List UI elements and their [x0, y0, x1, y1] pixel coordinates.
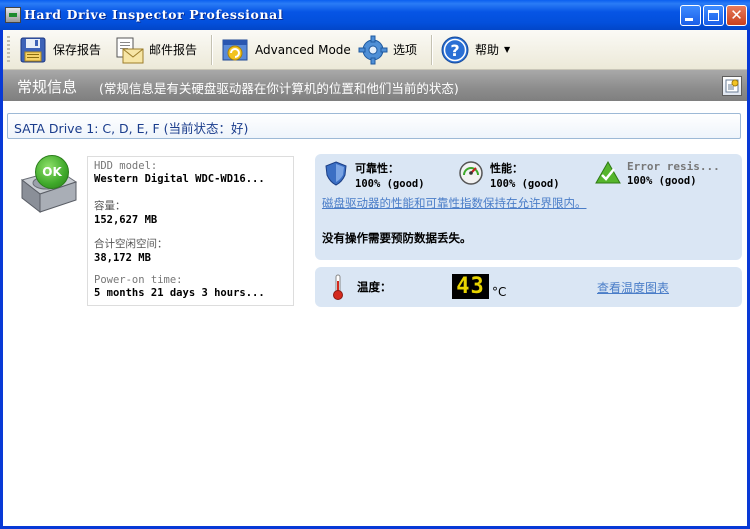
- performance-label: 性能：: [490, 162, 523, 175]
- envelope-icon: [113, 34, 145, 66]
- info-row-free-space: 合计空闲空间： 38,172 MB: [94, 236, 168, 264]
- floppy-disk-icon: [17, 34, 49, 66]
- reliability-metric: 可靠性： 100% (good): [323, 160, 425, 190]
- performance-value: 100% (good): [490, 178, 560, 190]
- ok-status-badge: OK: [35, 155, 69, 189]
- ok-badge-text: OK: [42, 165, 62, 179]
- temperature-chart-link[interactable]: 查看温度图表: [597, 279, 669, 296]
- section-header: 常规信息 (常规信息是有关硬盘驱动器在你计算机的位置和他们当前的状态): [3, 70, 747, 101]
- performance-metric: 性能： 100% (good): [458, 160, 560, 190]
- help-label: 帮助: [475, 43, 500, 57]
- app-icon: [5, 7, 21, 23]
- free-space-label: 合计空闲空间：: [94, 238, 168, 250]
- advanced-mode-label: Advanced Mode: [255, 42, 351, 57]
- section-title: 常规信息: [17, 78, 78, 96]
- temperature-unit: °C: [492, 285, 507, 299]
- gear-icon: [357, 34, 389, 66]
- hard-drive-icon: OK: [18, 152, 78, 218]
- options-button[interactable]: 选项: [357, 33, 417, 66]
- toolbar: 保存报告 邮件报告 Advanced Mode 选项 ? 帮助 ▼: [3, 30, 747, 70]
- hdd-model-value: Western Digital WDC-WD16...: [94, 173, 265, 185]
- toolbar-separator: [431, 35, 433, 65]
- drive-info-box: HDD model: Western Digital WDC-WD16... 容…: [87, 156, 294, 306]
- close-icon: ✕: [730, 6, 743, 24]
- error-resistance-label: Error resis...: [627, 160, 720, 173]
- save-report-label: 保存报告: [53, 43, 102, 57]
- options-label: 选项: [393, 43, 418, 57]
- window-title: Hard Drive Inspector Professional: [24, 7, 284, 22]
- info-row-capacity: 容量： 152,627 MB: [94, 198, 157, 226]
- advanced-mode-button[interactable]: Advanced Mode: [219, 33, 351, 66]
- toolbar-separator: [211, 35, 213, 65]
- close-button[interactable]: ✕: [726, 5, 747, 26]
- action-message: 没有操作需要预防数据丢失。: [322, 231, 472, 245]
- drive-header-text: SATA Drive 1: C, D, E, F (当前状态：好): [14, 121, 249, 136]
- capacity-label: 容量：: [94, 200, 126, 212]
- toolbar-grip[interactable]: [7, 36, 10, 64]
- shield-icon: [323, 160, 349, 186]
- power-on-label: Power-on time:: [94, 274, 183, 286]
- help-button[interactable]: ? 帮助 ▼: [439, 33, 510, 66]
- title-bar[interactable]: Hard Drive Inspector Professional ✕: [0, 0, 750, 30]
- free-space-value: 38,172 MB: [94, 252, 151, 264]
- maximize-button[interactable]: [703, 5, 724, 26]
- info-row-model: HDD model: Western Digital WDC-WD16...: [94, 160, 265, 185]
- dropdown-arrow-icon[interactable]: ▼: [504, 45, 510, 54]
- gauge-icon: [458, 160, 484, 186]
- minimize-button[interactable]: [680, 5, 701, 26]
- thermometer-icon: [331, 273, 345, 304]
- mail-report-button[interactable]: 邮件报告: [113, 33, 197, 66]
- temperature-panel: 温度： 43 °C 查看温度图表: [315, 267, 742, 307]
- health-panel: 可靠性： 100% (good) 性能： 100% (good) Error r…: [315, 154, 742, 260]
- mail-report-label: 邮件报告: [149, 43, 198, 57]
- drive-header[interactable]: SATA Drive 1: C, D, E, F (当前状态：好): [7, 113, 741, 139]
- info-icon: [725, 79, 739, 93]
- save-report-button[interactable]: 保存报告: [17, 33, 101, 66]
- power-on-value: 5 months 21 days 3 hours...: [94, 287, 265, 299]
- health-status-link[interactable]: 磁盘驱动器的性能和可靠性指数保持在允许界限内。: [322, 195, 587, 211]
- capacity-value: 152,627 MB: [94, 214, 158, 226]
- temperature-label: 温度：: [357, 280, 392, 294]
- temperature-value: 43: [452, 274, 489, 299]
- reliability-value: 100% (good): [355, 178, 425, 190]
- info-row-power-on: Power-on time: 5 months 21 days 3 hours.…: [94, 274, 265, 299]
- maximize-icon: [708, 10, 719, 21]
- section-help-button[interactable]: [722, 76, 742, 96]
- help-icon: ?: [439, 34, 471, 66]
- hdd-model-label: HDD model:: [94, 160, 158, 172]
- check-triangle-icon: [595, 160, 621, 186]
- advanced-mode-icon: [219, 34, 251, 66]
- section-subtitle: (常规信息是有关硬盘驱动器在你计算机的位置和他们当前的状态): [99, 81, 459, 96]
- reliability-label: 可靠性：: [355, 162, 399, 175]
- error-resistance-metric: Error resis... 100% (good): [595, 160, 720, 187]
- minimize-icon: [685, 18, 693, 21]
- svg-text:?: ?: [450, 41, 459, 60]
- error-resistance-value: 100% (good): [627, 175, 697, 187]
